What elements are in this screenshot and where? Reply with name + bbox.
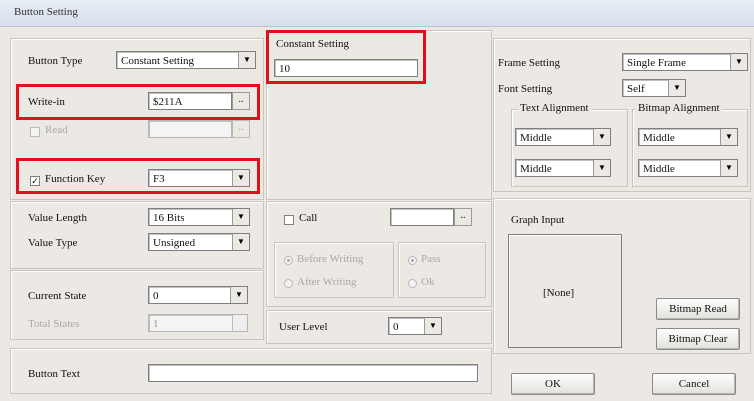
window-title: Button Setting [14, 6, 78, 18]
after-writing-radio[interactable] [284, 279, 293, 288]
frame-setting-label: Frame Setting [498, 57, 561, 69]
read-browse-button[interactable]: .. [232, 120, 250, 138]
ok-button[interactable]: OK [511, 373, 595, 395]
value-length-label: Value Length [28, 212, 87, 224]
value-type-value: Unsigned [153, 237, 196, 249]
chevron-down-icon: ▼ [720, 129, 737, 145]
frame-setting-select[interactable]: Single Frame ▼ [622, 53, 748, 71]
font-setting-label: Font Setting [498, 83, 553, 95]
call-checkbox[interactable] [284, 215, 294, 225]
chevron-down-icon: ▼ [232, 234, 249, 250]
font-setting-value: Self [627, 83, 645, 95]
chevron-down-icon: ▼ [424, 318, 441, 334]
bitmap-align-horizontal-select[interactable]: Middle ▼ [638, 128, 738, 146]
chevron-down-icon: ▼ [232, 209, 249, 225]
bitmap-align-vertical-value: Middle [643, 163, 675, 175]
title-bar: Button Setting [0, 0, 754, 27]
chevron-down-icon: ▼ [230, 287, 247, 303]
text-alignment-label: Text Alignment [518, 102, 591, 114]
pass-label: Pass [421, 253, 441, 265]
constant-setting-value: 10 [279, 63, 290, 75]
cancel-button[interactable]: Cancel [652, 373, 736, 395]
bitmap-align-horizontal-value: Middle [643, 132, 675, 144]
bitmap-align-vertical-select[interactable]: Middle ▼ [638, 159, 738, 177]
user-level-label: User Level [279, 321, 328, 333]
call-label: Call [299, 212, 318, 224]
write-in-field[interactable]: $211A [148, 92, 232, 110]
value-length-value: 16 Bits [153, 212, 185, 224]
function-key-checkbox[interactable]: ✓ [30, 176, 40, 186]
write-in-label: Write-in [28, 96, 65, 108]
user-level-value: 0 [393, 321, 399, 333]
read-field[interactable] [148, 120, 232, 138]
write-in-value: $211A [153, 96, 183, 108]
graph-preview-text: [None] [543, 287, 575, 299]
button-text-field[interactable] [148, 364, 478, 382]
value-type-select[interactable]: Unsigned ▼ [148, 233, 250, 251]
ok-radio[interactable] [408, 279, 417, 288]
bitmap-alignment-label: Bitmap Alignment [636, 102, 722, 114]
bitmap-read-button[interactable]: Bitmap Read [656, 298, 740, 320]
bitmap-clear-button[interactable]: Bitmap Clear [656, 328, 740, 350]
spinner-arrows-icon [232, 315, 247, 331]
value-length-select[interactable]: 16 Bits ▼ [148, 208, 250, 226]
frame-setting-value: Single Frame [627, 57, 686, 69]
before-writing-label: Before Writing [297, 253, 364, 265]
button-type-select[interactable]: Constant Setting ▼ [116, 51, 256, 69]
text-align-vertical-value: Middle [520, 163, 552, 175]
button-type-label: Button Type [28, 55, 83, 67]
chevron-down-icon: ▼ [232, 170, 249, 186]
value-type-label: Value Type [28, 237, 78, 249]
text-align-vertical-select[interactable]: Middle ▼ [515, 159, 611, 177]
chevron-down-icon: ▼ [593, 160, 610, 176]
call-browse-button[interactable]: .. [454, 208, 472, 226]
chevron-down-icon: ▼ [730, 54, 747, 70]
after-writing-label: After Writing [297, 276, 357, 288]
function-key-label: Function Key [45, 173, 106, 185]
ok-label: Ok [421, 276, 435, 288]
button-type-value: Constant Setting [121, 55, 195, 67]
read-checkbox[interactable] [30, 127, 40, 137]
chevron-down-icon: ▼ [238, 52, 255, 68]
total-states-value: 1 [153, 318, 159, 330]
graph-preview: [None] [508, 234, 622, 348]
total-states-spinner[interactable]: 1 [148, 314, 248, 332]
function-key-select[interactable]: F3 ▼ [148, 169, 250, 187]
button-setting-dialog: Button Setting Button Type Constant Sett… [0, 0, 754, 401]
user-level-select[interactable]: 0 ▼ [388, 317, 442, 335]
graph-input-label: Graph Input [511, 214, 565, 226]
read-label: Read [45, 124, 68, 136]
ok-ng-group [398, 242, 486, 298]
before-writing-radio[interactable] [284, 256, 293, 265]
chevron-down-icon: ▼ [593, 129, 610, 145]
function-key-value: F3 [153, 173, 165, 185]
constant-setting-group [266, 30, 492, 200]
current-state-select[interactable]: 0 ▼ [148, 286, 248, 304]
total-states-label: Total States [28, 318, 80, 330]
pass-radio[interactable] [408, 256, 417, 265]
font-setting-select[interactable]: Self ▼ [622, 79, 686, 97]
current-state-label: Current State [28, 290, 87, 302]
text-align-horizontal-value: Middle [520, 132, 552, 144]
write-timing-group [274, 242, 394, 298]
chevron-down-icon: ▼ [668, 80, 685, 96]
chevron-down-icon: ▼ [720, 160, 737, 176]
write-in-browse-button[interactable]: .. [232, 92, 250, 110]
constant-setting-field[interactable]: 10 [274, 59, 418, 77]
current-state-value: 0 [153, 290, 159, 302]
call-field[interactable] [390, 208, 454, 226]
button-text-label: Button Text [28, 368, 80, 380]
text-align-horizontal-select[interactable]: Middle ▼ [515, 128, 611, 146]
constant-setting-label: Constant Setting [276, 38, 350, 50]
